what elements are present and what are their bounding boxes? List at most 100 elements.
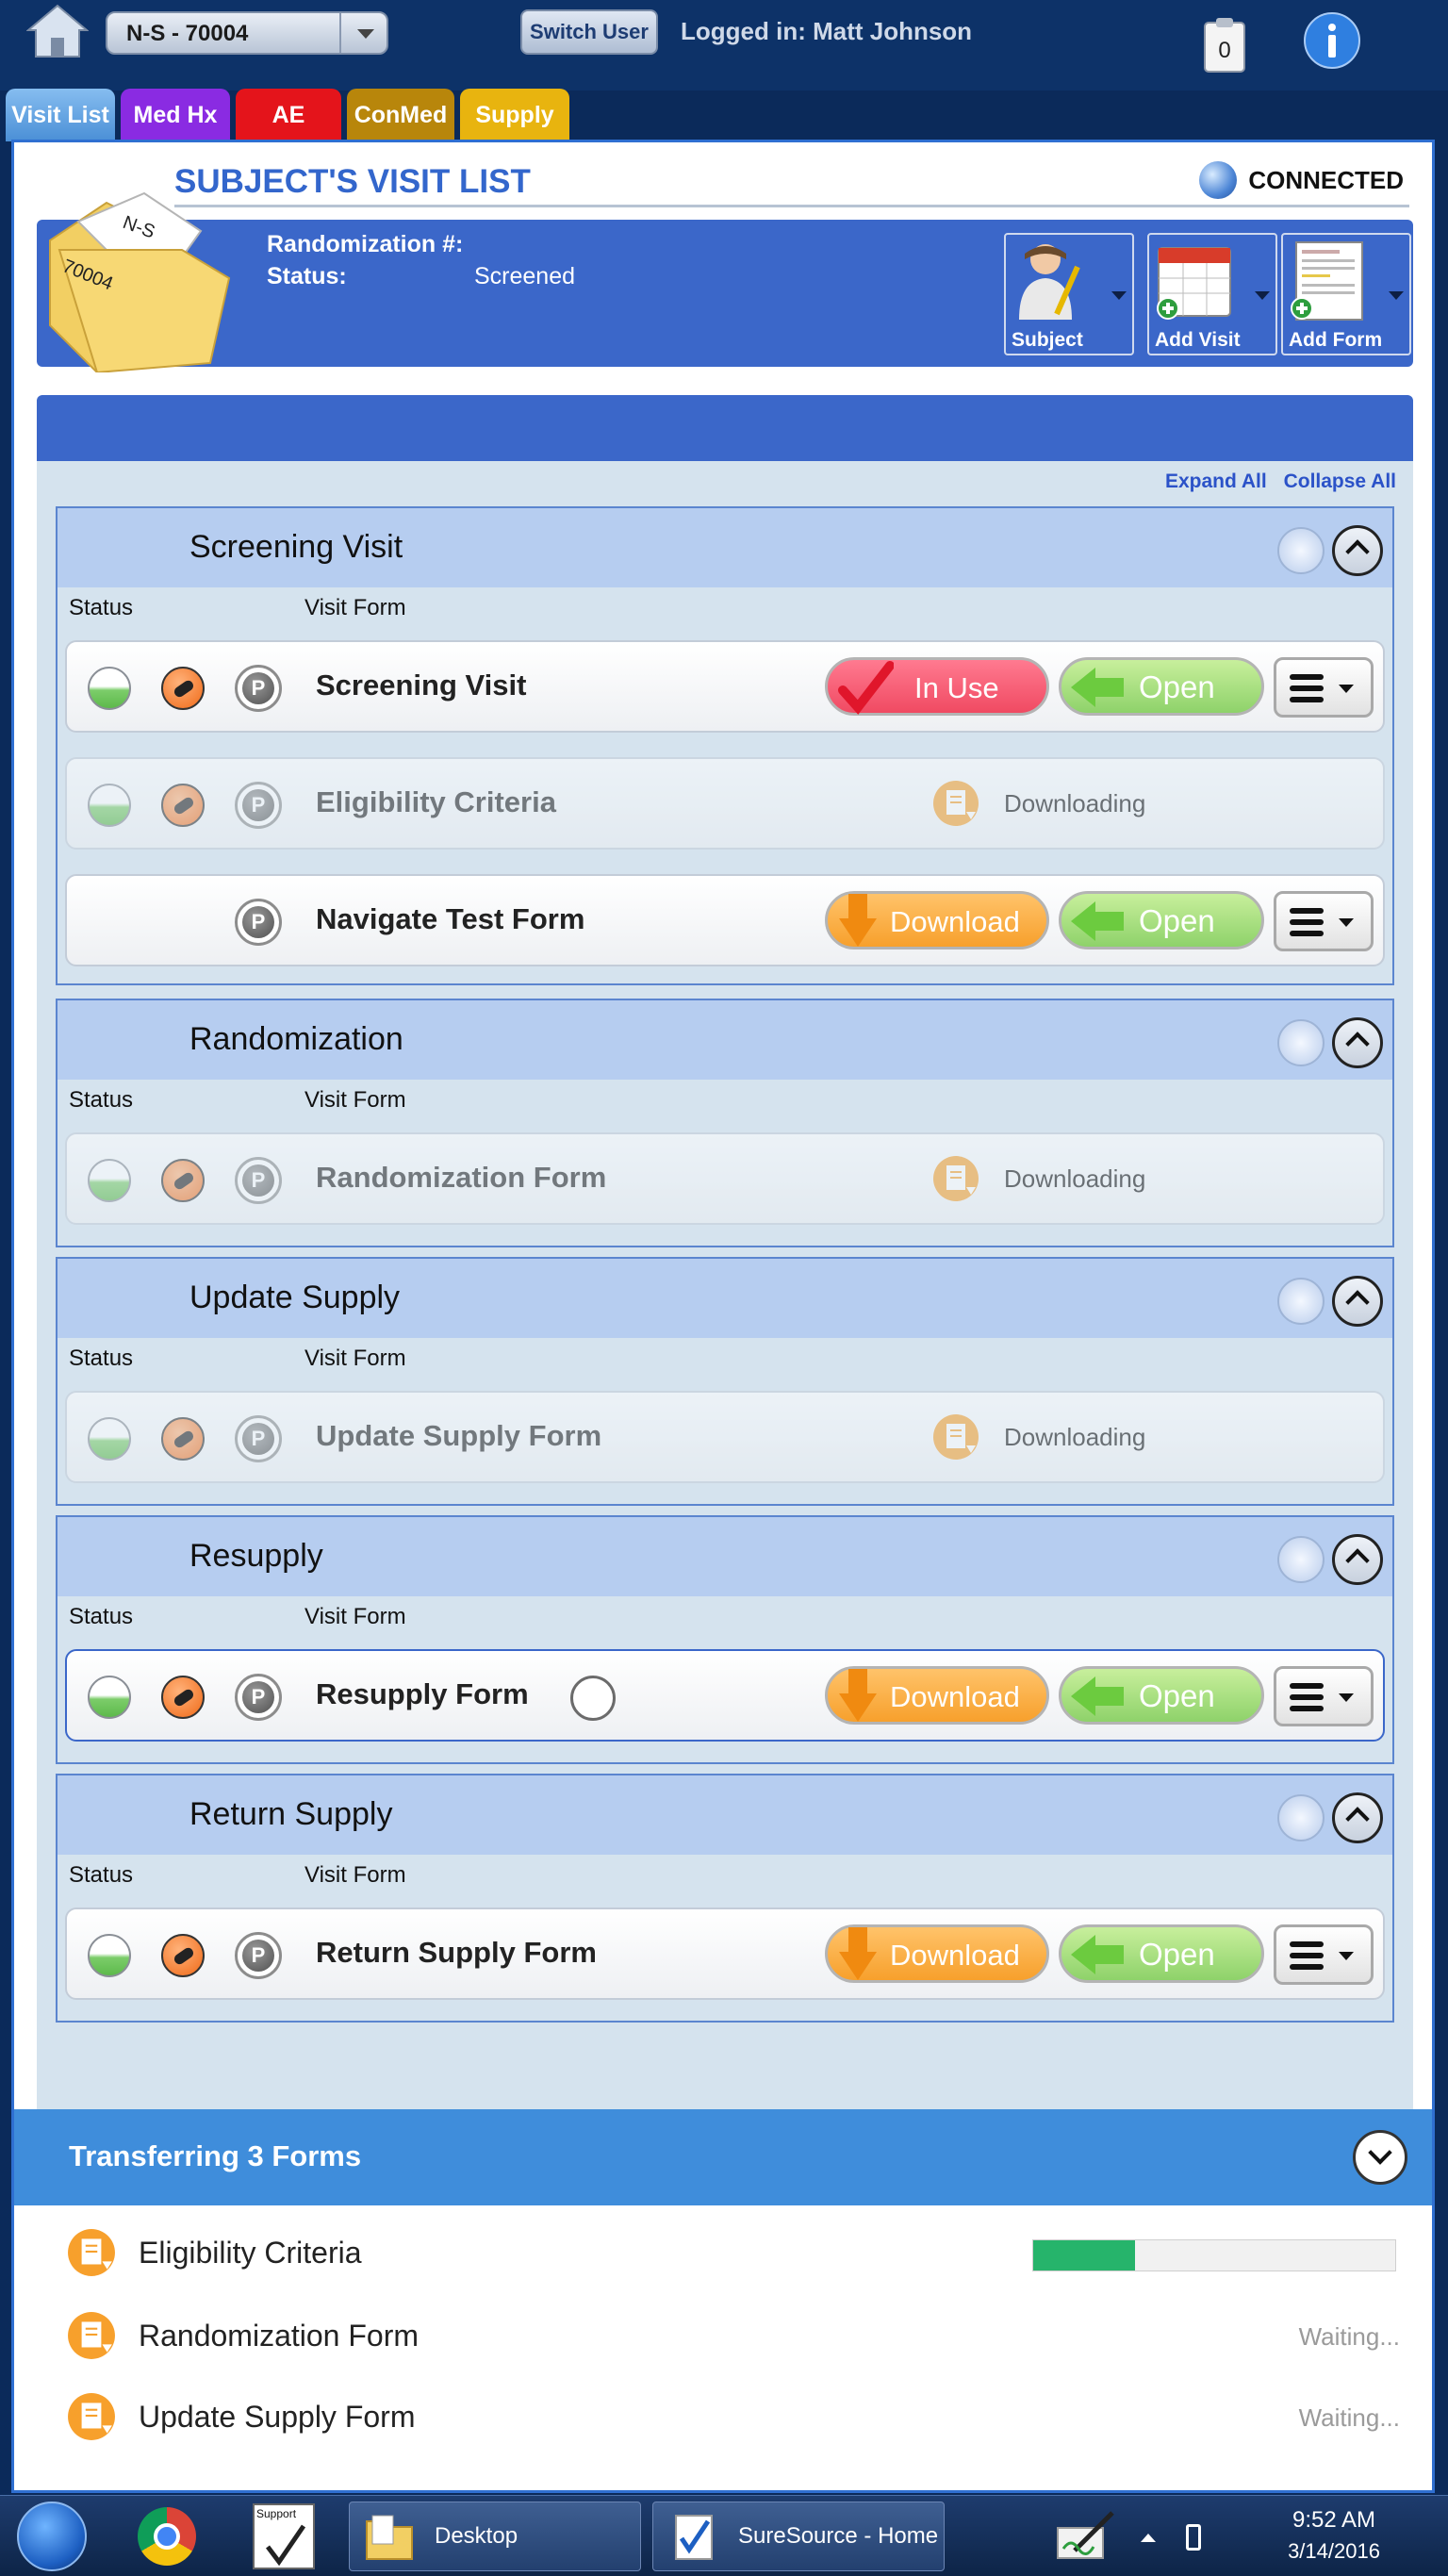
tab-conmed[interactable]: ConMed	[347, 89, 454, 141]
info-icon[interactable]	[1303, 11, 1361, 70]
chrome-icon[interactable]	[138, 2507, 196, 2566]
visit-list-header-strip	[37, 395, 1413, 461]
in-use-button[interactable]: In Use	[825, 657, 1049, 716]
form-row[interactable]: P Randomization Form Downloading	[65, 1132, 1385, 1225]
p-badge-icon: P	[235, 1932, 282, 1979]
transfer-item-name: Update Supply Form	[139, 2400, 416, 2434]
download-label: Download	[890, 1939, 1020, 1972]
visit-group-return-supply: Return Supply Status Visit Form P Return…	[56, 1774, 1394, 2023]
chevron-down-icon	[1339, 685, 1354, 693]
folder-icon	[366, 2515, 413, 2560]
home-icon[interactable]	[25, 4, 90, 58]
chevron-down-icon	[1339, 1693, 1354, 1702]
taskbar-item-suresource[interactable]: SureSource - Home	[652, 2502, 945, 2571]
transfer-title: Transferring 3 Forms	[69, 2139, 362, 2172]
expand-collapse-links: Expand All Collapse All	[1154, 471, 1396, 493]
download-button[interactable]: Download	[825, 1924, 1049, 1983]
chevron-down-icon[interactable]	[339, 13, 387, 53]
switch-user-button[interactable]: Switch User	[520, 9, 658, 55]
tab-med-hx[interactable]: Med Hx	[121, 89, 230, 141]
open-button[interactable]: Open	[1059, 657, 1264, 716]
windows-start-icon[interactable]	[17, 2502, 87, 2571]
taskbar-item-label: Desktop	[435, 2523, 518, 2549]
form-row[interactable]: P Update Supply Form Downloading	[65, 1391, 1385, 1483]
status-light-icon	[88, 667, 131, 710]
visit-group-header: Update Supply	[58, 1259, 1392, 1338]
form-row[interactable]: P Eligibility Criteria Downloading	[65, 757, 1385, 850]
battery-icon[interactable]	[1186, 2524, 1201, 2551]
chevron-down-icon[interactable]	[1353, 2130, 1407, 2185]
chevron-down-icon	[1339, 1952, 1354, 1960]
chevron-up-icon[interactable]	[1332, 1017, 1383, 1068]
form-document-icon	[1291, 241, 1363, 321]
refresh-icon[interactable]	[1277, 1794, 1325, 1841]
visit-list: Expand All Collapse All Screening Visit …	[37, 461, 1413, 2111]
collapse-all-link[interactable]: Collapse All	[1284, 471, 1396, 492]
tab-visit-list[interactable]: Visit List	[6, 89, 115, 141]
open-label: Open	[1139, 669, 1215, 704]
status-light-icon	[88, 1676, 131, 1719]
tab-supply[interactable]: Supply	[460, 89, 569, 141]
refresh-icon[interactable]	[1277, 1278, 1325, 1325]
visit-group-title: Return Supply	[189, 1796, 393, 1832]
add-visit-button[interactable]: Add Visit	[1147, 233, 1277, 355]
menu-icon	[1290, 1941, 1324, 1947]
row-menu-button[interactable]	[1274, 1666, 1374, 1726]
visit-list-panel: SUBJECT'S VISIT LIST CONNECTED N-S 70004…	[11, 140, 1435, 2493]
transfer-progress-fill	[1033, 2240, 1135, 2271]
in-use-label: In Use	[914, 671, 999, 704]
expand-all-link[interactable]: Expand All	[1165, 471, 1267, 492]
open-button[interactable]: Open	[1059, 1924, 1264, 1983]
open-label: Open	[1139, 1937, 1215, 1972]
row-menu-button[interactable]	[1274, 657, 1374, 718]
globe-icon	[1199, 161, 1238, 199]
chevron-up-icon[interactable]	[1332, 1792, 1383, 1843]
refresh-icon[interactable]	[1277, 1019, 1325, 1066]
open-button[interactable]: Open	[1059, 1666, 1264, 1725]
visit-group-randomization: Randomization Status Visit Form P Random…	[56, 999, 1394, 1247]
subject-select[interactable]: N-S - 70004	[106, 11, 388, 55]
tab-ae[interactable]: AE	[236, 89, 341, 141]
refresh-icon[interactable]	[1277, 1536, 1325, 1583]
transfer-item-name: Randomization Form	[139, 2319, 419, 2353]
row-menu-button[interactable]	[1274, 1924, 1374, 1985]
chevron-up-icon[interactable]	[1332, 1276, 1383, 1327]
visit-group-header: Return Supply	[58, 1775, 1392, 1855]
form-row[interactable]: P Resupply Form Download Open	[65, 1649, 1385, 1742]
taskbar-item-desktop[interactable]: Desktop	[349, 2502, 641, 2571]
visit-group-header: Resupply	[58, 1517, 1392, 1596]
arrow-left-icon	[1071, 901, 1124, 941]
subject-button[interactable]: Subject	[1004, 233, 1134, 355]
p-badge-icon: P	[235, 782, 282, 829]
download-button[interactable]: Download	[825, 891, 1049, 949]
row-menu-button[interactable]	[1274, 891, 1374, 951]
download-button[interactable]: Download	[825, 1666, 1049, 1725]
drug-pill-icon	[161, 784, 205, 827]
form-row[interactable]: P Navigate Test Form Download Open	[65, 874, 1385, 966]
add-form-button[interactable]: Add Form	[1281, 233, 1411, 355]
pen-input-icon[interactable]	[1056, 2509, 1116, 2562]
clipboard-icon[interactable]: 0	[1203, 17, 1246, 74]
taskbar-clock[interactable]: 9:52 AM 3/14/2016	[1235, 2507, 1433, 2564]
form-row[interactable]: P Screening Visit In Use Open	[65, 640, 1385, 733]
refresh-icon[interactable]	[1277, 527, 1325, 574]
subject-select-value: N-S - 70004	[126, 21, 249, 46]
form-row[interactable]: P Return Supply Form Download Open	[65, 1907, 1385, 2000]
windows-taskbar: Support Desktop SureSource - Home 9:52 A…	[0, 2495, 1448, 2576]
chevron-up-icon[interactable]	[1332, 525, 1383, 576]
support-app-icon[interactable]: Support	[253, 2503, 315, 2569]
subject-info-band: N-S 70004 Randomization #: Status: Scree…	[37, 191, 1413, 374]
column-header-visit-form: Visit Form	[304, 1604, 406, 1629]
chevron-down-icon	[1389, 291, 1404, 300]
chevron-up-icon[interactable]	[1332, 1534, 1383, 1585]
column-header-status: Status	[69, 1604, 134, 1629]
tray-expand-icon[interactable]	[1141, 2534, 1156, 2542]
open-button[interactable]: Open	[1059, 891, 1264, 949]
drug-pill-icon	[161, 1676, 205, 1719]
select-radio[interactable]	[570, 1676, 616, 1721]
p-badge-icon: P	[235, 665, 282, 712]
transfer-panel-header[interactable]: Transferring 3 Forms	[14, 2109, 1432, 2205]
p-badge-icon: P	[235, 1157, 282, 1204]
open-label: Open	[1139, 1678, 1215, 1713]
connection-status: CONNECTED	[1199, 161, 1404, 199]
